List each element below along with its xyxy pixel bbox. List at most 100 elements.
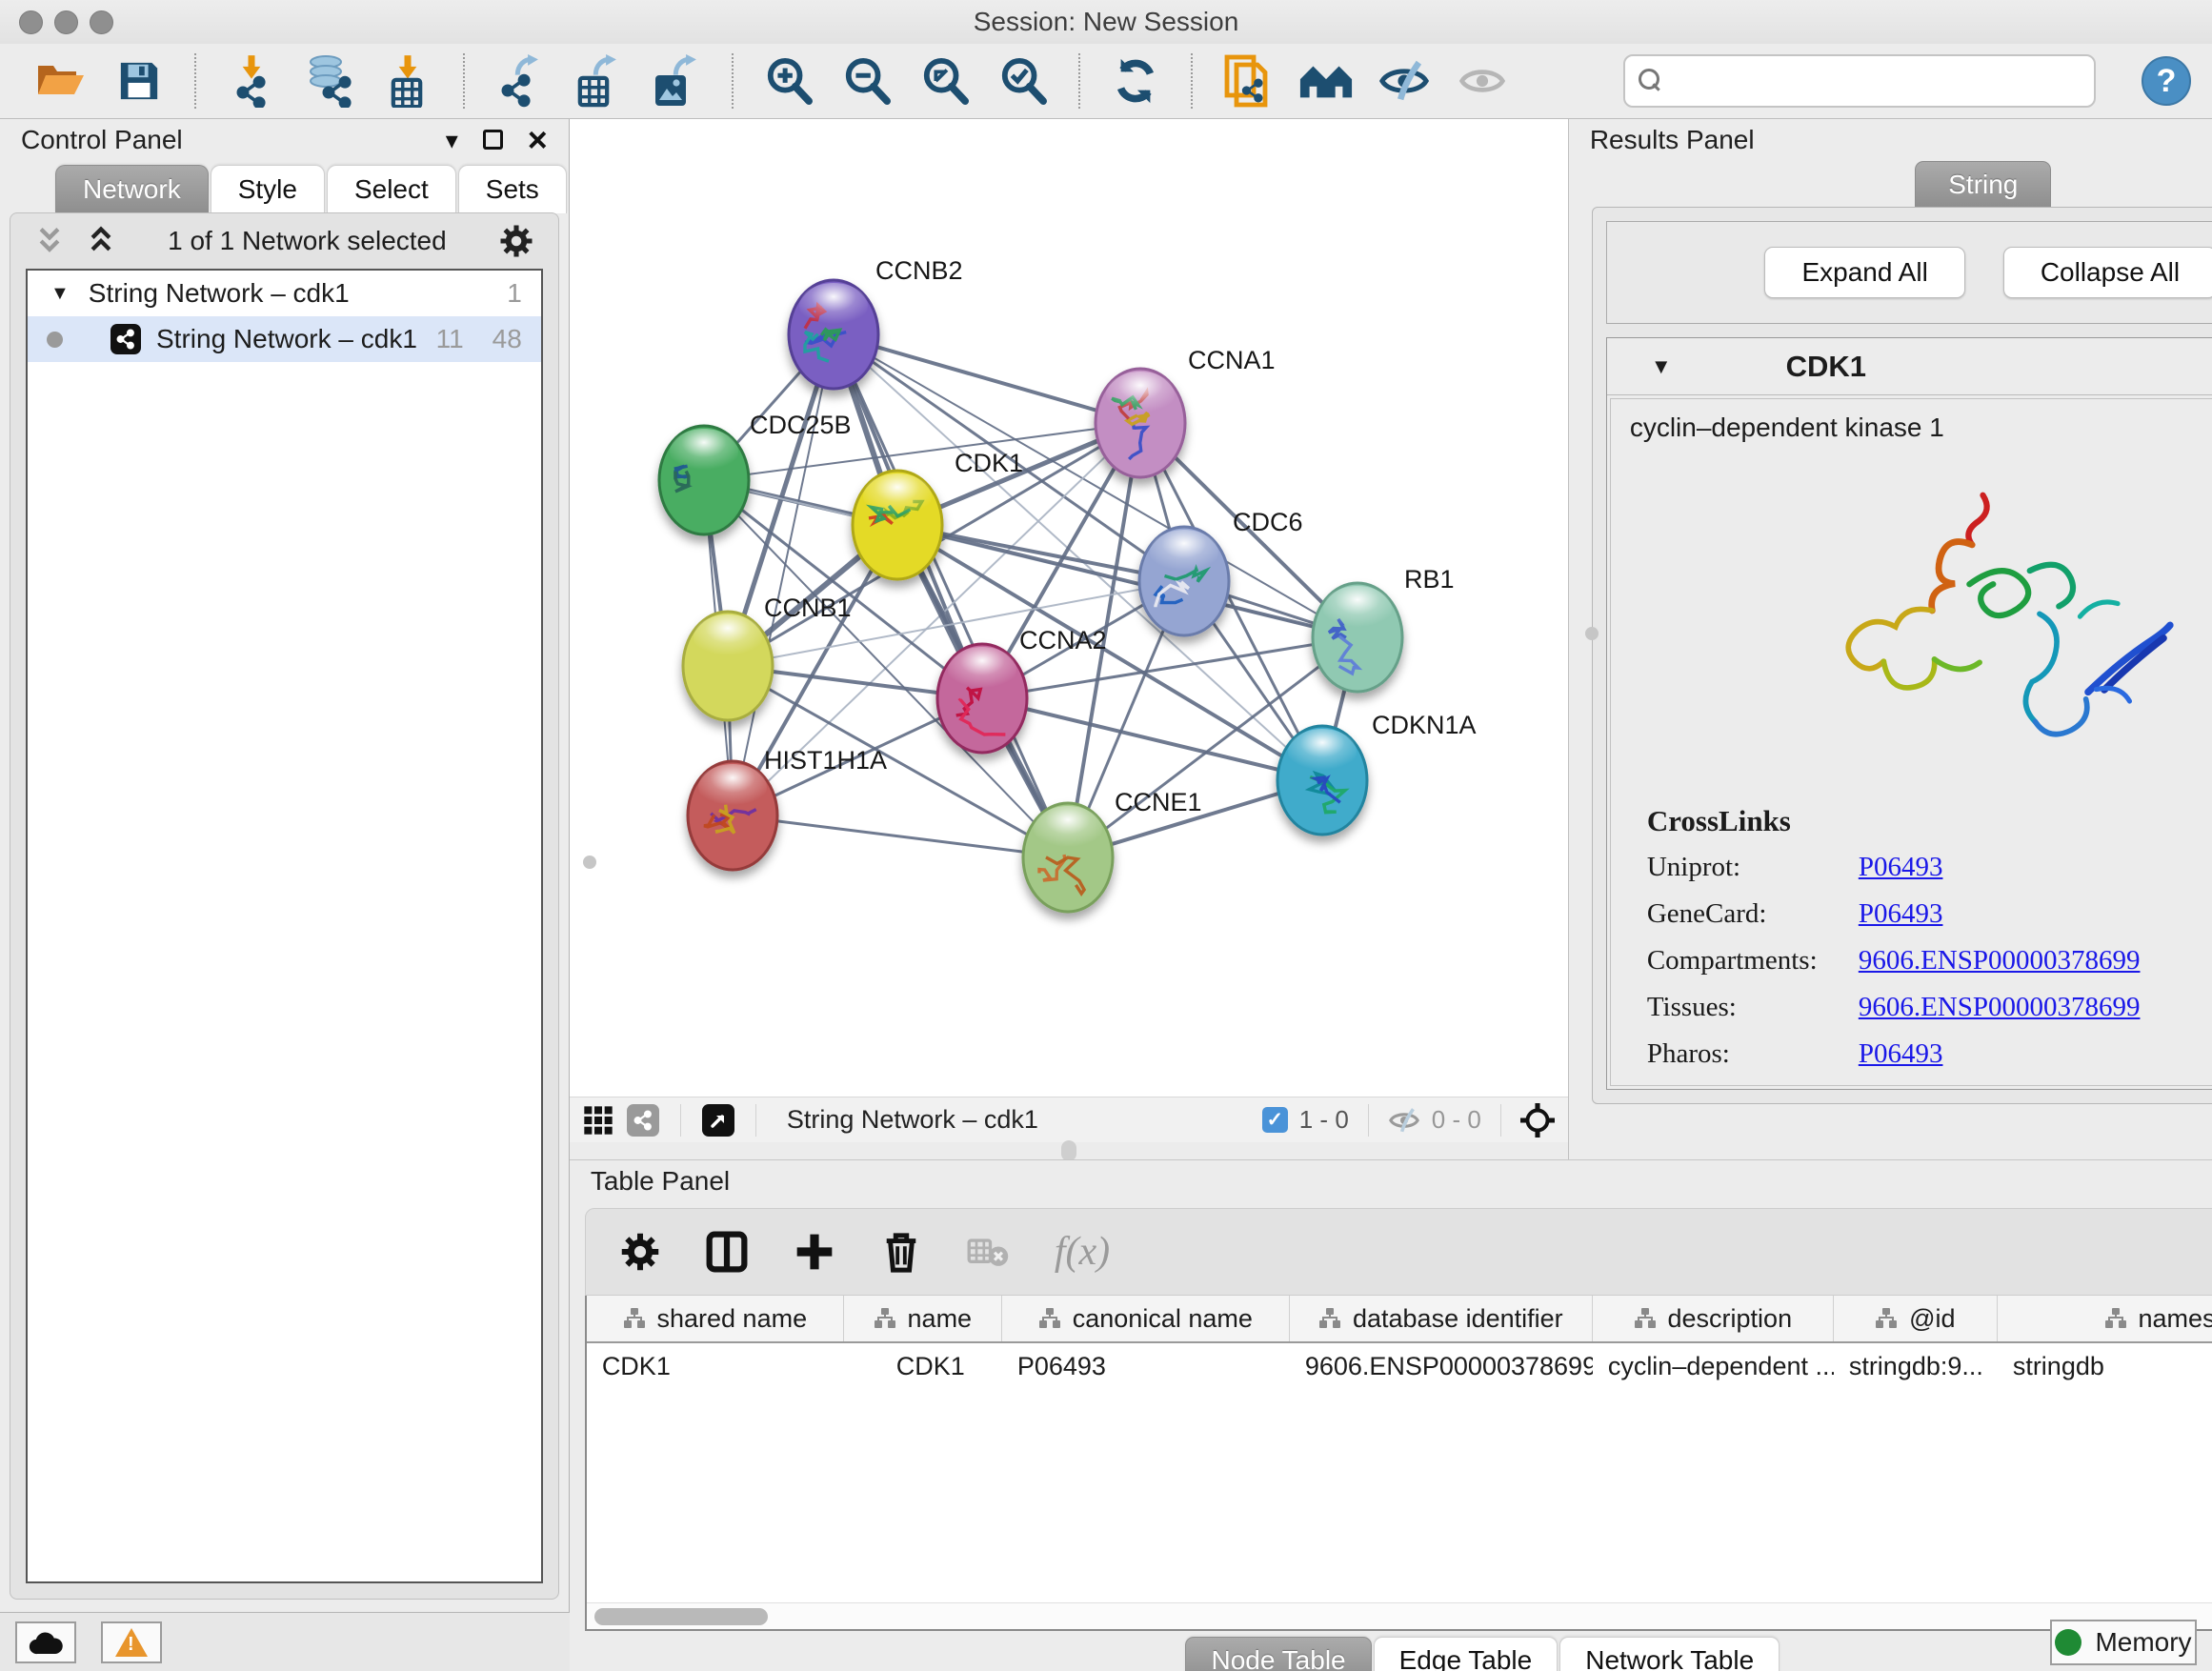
vertical-splitter-handle[interactable] [583, 856, 596, 869]
network-edge-CCNA2-CDKN1A[interactable] [982, 698, 1322, 780]
search-input[interactable] [1673, 67, 2081, 96]
cloud-status-button[interactable] [15, 1621, 76, 1663]
memory-button[interactable]: Memory [2050, 1620, 2197, 1665]
column-header-shared-name[interactable]: shared name [587, 1296, 844, 1341]
entry-expand-icon[interactable]: ▼ [1651, 354, 1672, 379]
tab-string[interactable]: String [1915, 161, 2051, 208]
column-type-icon [1875, 1307, 1898, 1330]
expand-all-icon[interactable] [87, 226, 115, 256]
panel-menu-icon[interactable]: ▾ [446, 128, 458, 152]
pan-crosshair-icon[interactable] [1520, 1103, 1555, 1137]
network-row-selected[interactable]: String Network – cdk1 11 48 [28, 316, 541, 362]
panel-close-icon[interactable]: × [528, 127, 548, 154]
first-neighbors-button[interactable] [1294, 51, 1358, 111]
tab-node-table[interactable]: Node Table [1185, 1637, 1371, 1671]
network-snapshot-button[interactable] [1216, 51, 1280, 111]
zoom-fit-button[interactable] [913, 51, 977, 111]
warnings-button[interactable] [101, 1621, 162, 1663]
network-node-CCNB2[interactable]: CCNB2 [789, 256, 963, 389]
tab-edge-table[interactable]: Edge Table [1374, 1637, 1558, 1671]
network-node-CCNB1[interactable]: CCNB1 [683, 594, 852, 720]
tree-expand-icon[interactable]: ▼ [50, 283, 70, 305]
crosslink-link[interactable]: P06493 [1859, 1038, 1943, 1070]
network-edge-CCNB2-CCNA1[interactable] [834, 334, 1140, 423]
zoom-out-button[interactable] [835, 51, 899, 111]
crosslink-row: GeneCard:P06493 [1647, 898, 2212, 930]
zoom-in-button[interactable] [756, 51, 821, 111]
delete-column-icon[interactable] [881, 1230, 921, 1274]
network-node-CDKN1A[interactable]: CDKN1A [1277, 711, 1477, 835]
delete-table-icon-disabled [967, 1235, 1009, 1269]
save-session-button[interactable] [107, 51, 171, 111]
detach-view-icon[interactable] [702, 1104, 734, 1137]
network-selection-bar: 1 of 1 Network selected [10, 213, 558, 269]
grid-view-icon[interactable] [583, 1105, 613, 1136]
help-button[interactable]: ? [2142, 56, 2191, 106]
export-table-button[interactable] [566, 51, 631, 111]
column-header-database-identifier[interactable]: database identifier [1290, 1296, 1593, 1341]
add-column-icon[interactable] [794, 1231, 835, 1273]
crosslink-link[interactable]: 9606.ENSP00000378699 [1859, 992, 2141, 1023]
collapse-all-icon[interactable] [35, 226, 64, 256]
network-edge-CCNB2-CCNE1[interactable] [834, 334, 1068, 857]
table-cell[interactable]: 9606.ENSP00000378699 [1290, 1352, 1593, 1381]
import-table-file-button[interactable] [375, 51, 440, 111]
column-header-canonical-name[interactable]: canonical name [1002, 1296, 1290, 1341]
horizontal-splitter[interactable] [570, 1142, 1568, 1159]
table-hscrollbar[interactable] [587, 1602, 2212, 1629]
panel-float-icon[interactable] [483, 130, 503, 150]
table-row[interactable]: CDK1CDK1P064939606.ENSP00000378699cyclin… [587, 1343, 2212, 1389]
network-node-CCNA1[interactable]: CCNA1 [1096, 346, 1276, 477]
collapse-all-button[interactable]: Collapse All [2003, 247, 2212, 298]
gear-icon[interactable] [499, 224, 533, 258]
node-label-CDC25B: CDC25B [750, 411, 852, 439]
crosslink-label: Pharos: [1647, 1038, 1859, 1070]
network-node-CCNE1[interactable]: CCNE1 [1023, 788, 1202, 912]
table-cell[interactable]: cyclin–dependent ... [1593, 1352, 1834, 1381]
network-node-RB1[interactable]: RB1 [1313, 565, 1455, 692]
table-cell[interactable]: CDK1 [587, 1352, 844, 1381]
column-header-@id[interactable]: @id [1834, 1296, 1998, 1341]
zoom-selected-button[interactable] [991, 51, 1056, 111]
crosslink-link[interactable]: P06493 [1859, 852, 1943, 883]
vertical-splitter-handle[interactable] [1585, 627, 1599, 640]
tab-style[interactable]: Style [211, 165, 325, 213]
open-file-button[interactable] [29, 51, 93, 111]
selected-checkbox-icon[interactable]: ✓ [1262, 1107, 1288, 1133]
apply-layout-button[interactable] [1103, 51, 1168, 111]
hscroll-thumb[interactable] [594, 1608, 768, 1625]
crosslink-link[interactable]: P06493 [1859, 898, 1943, 930]
table-cell[interactable]: stringdb [1998, 1352, 2212, 1381]
network-node-CCNA2[interactable]: CCNA2 [937, 626, 1107, 753]
show-columns-icon[interactable] [706, 1231, 748, 1273]
network-edge-HIST1H1A-CCNE1[interactable] [733, 815, 1068, 857]
network-collection-row[interactable]: ▼ String Network – cdk1 1 [28, 271, 541, 316]
column-header-description[interactable]: description [1593, 1296, 1834, 1341]
crosslink-link[interactable]: 9606.ENSP00000378699 [1859, 945, 2141, 976]
table-cell[interactable]: CDK1 [844, 1352, 1002, 1381]
network-view-mode-icon[interactable] [627, 1104, 659, 1137]
import-network-database-button[interactable] [297, 51, 362, 111]
network-edge-CCNB2-HIST1H1A[interactable] [733, 334, 834, 815]
current-network-title: String Network – cdk1 [787, 1105, 1038, 1135]
import-network-file-button[interactable] [219, 51, 284, 111]
crosslink-label: Compartments: [1647, 945, 1859, 976]
tab-sets[interactable]: Sets [458, 165, 567, 213]
column-header-namespace[interactable]: namespace [1998, 1296, 2212, 1341]
network-canvas[interactable]: CCNB2CCNA1CDC25BCDK1CDC6RB1CCNB1CCNA2CDK… [570, 119, 1568, 1097]
gene-entry-header[interactable]: ▼ CDK1 [1607, 338, 2212, 395]
table-gear-icon[interactable] [620, 1232, 660, 1272]
column-header-name[interactable]: name [844, 1296, 1002, 1341]
hide-selected-button[interactable] [1372, 51, 1437, 111]
expand-all-button[interactable]: Expand All [1764, 247, 1964, 298]
tab-network-table[interactable]: Network Table [1559, 1637, 1780, 1671]
table-cell[interactable]: stringdb:9... [1834, 1352, 1998, 1381]
network-node-HIST1H1A[interactable]: HIST1H1A [688, 746, 887, 870]
export-network-button[interactable] [488, 51, 553, 111]
table-cell[interactable]: P06493 [1002, 1352, 1290, 1381]
export-image-button[interactable] [644, 51, 709, 111]
tab-select[interactable]: Select [327, 165, 456, 213]
network-view-toolbar: String Network – cdk1 ✓ 1 - 0 0 - 0 [570, 1097, 1568, 1142]
tab-network[interactable]: Network [55, 165, 209, 213]
show-all-button[interactable] [1450, 51, 1515, 111]
